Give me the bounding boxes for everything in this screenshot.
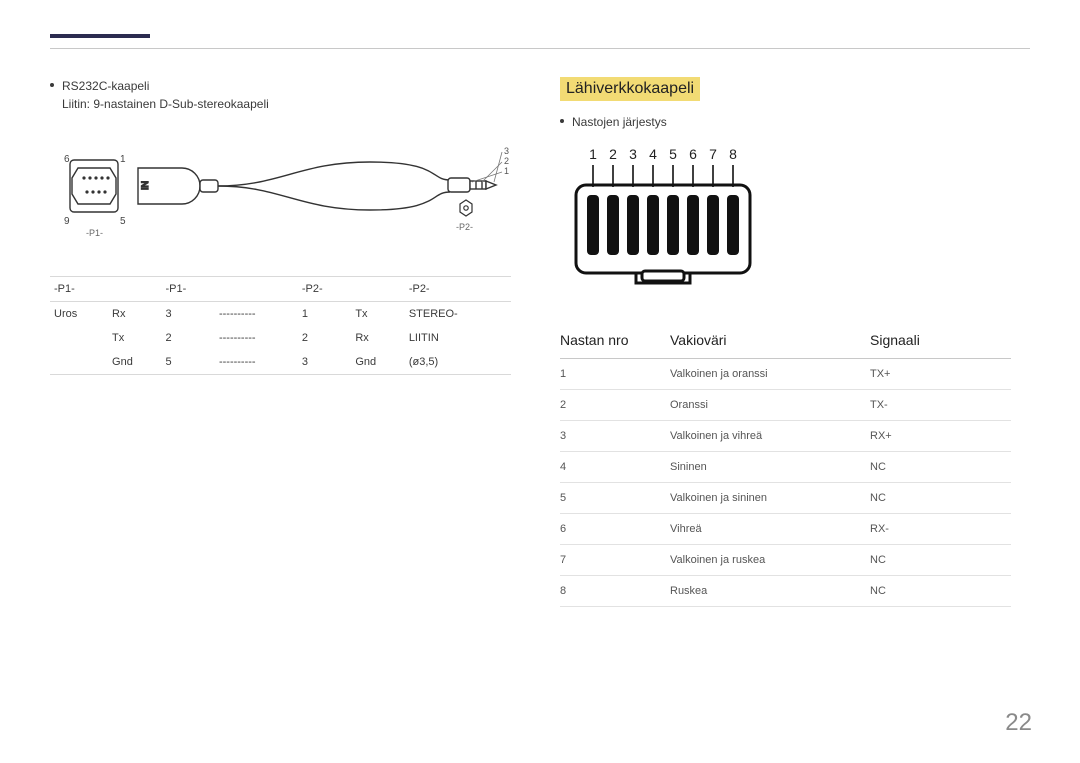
p1-under: -P1-: [86, 228, 103, 238]
svg-text:4: 4: [649, 146, 657, 162]
rj45-svg: 1 2 3 4 5 6 7 8: [566, 141, 766, 291]
accent-bar: [50, 34, 150, 38]
svg-text:7: 7: [709, 146, 717, 162]
bullet-icon: [50, 83, 54, 87]
columns: RS232C-kaapeli Liitin: 9-nastainen D-Sub…: [50, 77, 1030, 607]
lan-bullet-text: Nastojen järjestys: [572, 113, 667, 131]
cable-svg: 6 1 9 5 -P1- IN: [50, 132, 510, 262]
lan-section-heading: Lähiverkkokaapeli: [560, 77, 700, 101]
table-row: Tx 2 ---------- 2 Rx LIITIN: [50, 326, 511, 350]
table-row: Gnd 5 ---------- 3 Gnd (ø3,5): [50, 350, 511, 374]
table-row: 2OranssiTX-: [560, 390, 1011, 421]
th-pin-no: Nastan nro: [560, 322, 670, 359]
pin-1: 1: [120, 154, 126, 165]
rs232c-title-line: RS232C-kaapeli: [50, 77, 520, 95]
pin-9: 9: [64, 216, 70, 227]
th-color: Vakioväri: [670, 322, 870, 359]
svg-text:5: 5: [669, 146, 677, 162]
table-row: 6VihreäRX-: [560, 514, 1011, 545]
lan-bullet-line: Nastojen järjestys: [560, 113, 1030, 131]
th-p2a: -P2-: [298, 277, 351, 302]
rj45-figure: 1 2 3 4 5 6 7 8: [566, 141, 1030, 296]
right-column: Lähiverkkokaapeli Nastojen järjestys 1 2…: [560, 77, 1030, 607]
table-row: 8RuskeaNC: [560, 576, 1011, 607]
table-row: Uros Rx 3 ---------- 1 Tx STEREO-: [50, 302, 511, 327]
rs232c-subtitle: Liitin: 9-nastainen D-Sub-stereokaapeli: [62, 95, 520, 114]
pin-5: 5: [120, 216, 126, 227]
jack-1: 1: [504, 166, 509, 176]
jack-2: 2: [504, 156, 509, 166]
th-p2b: -P2-: [405, 277, 511, 302]
in-label: IN: [140, 181, 150, 190]
table-row: 3Valkoinen ja vihreäRX+: [560, 421, 1011, 452]
th-p1a: -P1-: [50, 277, 108, 302]
page: RS232C-kaapeli Liitin: 9-nastainen D-Sub…: [0, 0, 1080, 763]
left-column: RS232C-kaapeli Liitin: 9-nastainen D-Sub…: [50, 77, 520, 607]
jack-3: 3: [504, 146, 509, 156]
pin-6: 6: [64, 154, 70, 165]
svg-text:1: 1: [589, 146, 597, 162]
bullet-icon: [560, 119, 564, 123]
table-row: 7Valkoinen ja ruskeaNC: [560, 545, 1011, 576]
svg-text:3: 3: [629, 146, 637, 162]
top-rule: [50, 48, 1030, 49]
p2-under: -P2-: [456, 222, 473, 232]
rs232c-title: RS232C-kaapeli: [62, 77, 149, 95]
cable-figure: 6 1 9 5 -P1- IN: [50, 132, 520, 262]
svg-text:2: 2: [609, 146, 617, 162]
th-signal: Signaali: [870, 322, 1011, 359]
lan-header-row: Nastan nro Vakioväri Signaali: [560, 322, 1011, 359]
table-row: 4SininenNC: [560, 452, 1011, 483]
rs232c-table: -P1- -P1- -P2- -P2- Uros Rx 3 ----------…: [50, 276, 511, 375]
svg-text:6: 6: [689, 146, 697, 162]
lan-table: Nastan nro Vakioväri Signaali 1Valkoinen…: [560, 322, 1011, 607]
th-p1b: -P1-: [162, 277, 215, 302]
svg-text:8: 8: [729, 146, 737, 162]
table-row: 5Valkoinen ja sininenNC: [560, 483, 1011, 514]
table-row: 1Valkoinen ja oranssiTX+: [560, 359, 1011, 390]
page-number: 22: [1005, 709, 1032, 737]
table-header-row: -P1- -P1- -P2- -P2-: [50, 277, 511, 302]
